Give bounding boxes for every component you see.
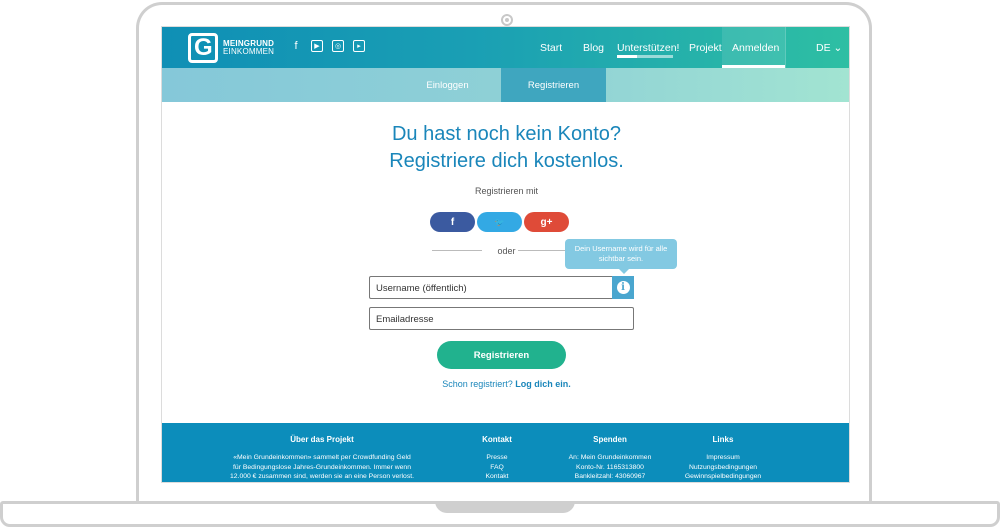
login-hint: Schon registriert? Log dich ein. [162, 379, 849, 389]
nav-blog[interactable]: Blog [583, 42, 604, 54]
nav-login[interactable]: Anmelden [732, 42, 779, 54]
footer-link-imprint[interactable]: Impressum [668, 453, 778, 463]
facebook-register-button[interactable]: f [430, 212, 475, 232]
footer-contact-title: Kontakt [482, 435, 512, 444]
login-link[interactable]: Log dich ein. [515, 379, 571, 389]
support-progress-bar [617, 55, 673, 58]
footer-donate-title: Spenden [593, 435, 627, 444]
register-button[interactable]: Registrieren [437, 341, 566, 369]
footer-link-press[interactable]: Presse [467, 453, 527, 463]
footer-links: Impressum Nutzungsbedingungen Gewinnspie… [668, 453, 778, 482]
google-register-button[interactable]: g+ [524, 212, 569, 232]
youtube-icon[interactable]: ▶ [311, 40, 323, 52]
top-navigation: G MEINGRUND EINKOMMEN f ▶ ◎ ▸ Start Blog… [162, 27, 849, 68]
camera-icon [501, 14, 513, 26]
auth-tabs: Einloggen Registrieren [162, 68, 849, 102]
facebook-icon[interactable]: f [290, 40, 302, 52]
language-select[interactable]: DE ⌄ [816, 42, 842, 54]
laptop-notch [435, 501, 575, 513]
footer-link-contest-terms[interactable]: Gewinnspielbedingungen [668, 472, 778, 482]
footer-about-line: «Mein Grundeinkommen» sammelt per Crowdf… [233, 454, 411, 461]
instagram-icon[interactable]: ◎ [332, 40, 344, 52]
footer-contact-links: Presse FAQ Kontakt [467, 453, 527, 482]
email-field[interactable]: Emailadresse [369, 307, 634, 330]
tab-login[interactable]: Einloggen [395, 68, 500, 102]
footer-donate-line: Konto-Nr. 1165313800 [576, 463, 644, 471]
nav-support[interactable]: Unterstützen! [617, 42, 679, 54]
page-title-line2: Registriere dich kostenlos. [389, 150, 624, 172]
support-progress-fill [617, 55, 637, 58]
social-links: f ▶ ◎ ▸ [290, 40, 365, 52]
twitter-register-button[interactable]: 🐦 [477, 212, 522, 232]
footer-link-contact[interactable]: Kontakt [467, 472, 527, 482]
footer-link-terms[interactable]: Nutzungsbedingungen [668, 463, 778, 473]
username-info-button[interactable]: i [612, 276, 634, 299]
browser-screen: G MEINGRUND EINKOMMEN f ▶ ◎ ▸ Start Blog… [161, 26, 850, 483]
page-title-line1: Du hast noch kein Konto? [391, 123, 622, 145]
footer-donate-line: Bankleitzahl: 43060967 [574, 473, 646, 480]
footer-about-text: «Mein Grundeinkommen» sammelt per Crowdf… [202, 453, 442, 482]
logo-icon: G [188, 33, 218, 63]
username-field[interactable]: Username (öffentlich) [369, 276, 634, 299]
video-icon[interactable]: ▸ [353, 40, 365, 52]
language-label: DE [816, 42, 831, 54]
footer-donate-line: An: Mein Grundeinkommen [568, 454, 652, 461]
nav-start[interactable]: Start [540, 42, 562, 54]
logo-text: MEINGRUND EINKOMMEN [223, 40, 274, 56]
nav-project[interactable]: Projekt [689, 42, 722, 54]
footer-link-faq[interactable]: FAQ [467, 463, 527, 473]
twitter-icon: 🐦 [494, 217, 505, 227]
footer: Über das Projekt «Mein Grundeinkommen» s… [162, 423, 849, 482]
already-registered-text: Schon registriert? [442, 379, 513, 389]
facebook-icon: f [450, 216, 455, 228]
register-with-label: Registrieren mit [474, 186, 539, 196]
logo-letter: G [194, 34, 213, 61]
logo-line2: EINKOMMEN [223, 47, 275, 56]
google-plus-icon: g+ [540, 216, 553, 228]
footer-links-title: Links [712, 435, 734, 444]
footer-about-line: für Bedingungslose Jahres-Grundeinkommen… [233, 463, 411, 471]
footer-about-title: Über das Projekt [290, 435, 354, 444]
site-logo[interactable]: G MEINGRUND EINKOMMEN [188, 33, 274, 63]
username-tooltip: Dein Username wird für alle sichtbar sei… [565, 239, 677, 274]
tab-register[interactable]: Registrieren [501, 68, 606, 102]
chevron-down-icon: ⌄ [833, 42, 843, 54]
or-label: oder [497, 246, 516, 256]
footer-donate-info: An: Mein Grundeinkommen Konto-Nr. 116531… [550, 453, 670, 482]
info-icon: i [616, 281, 630, 294]
footer-about-line: 12.000 € zusammen sind, werden sie an ei… [230, 473, 414, 480]
nav-divider [785, 27, 786, 68]
